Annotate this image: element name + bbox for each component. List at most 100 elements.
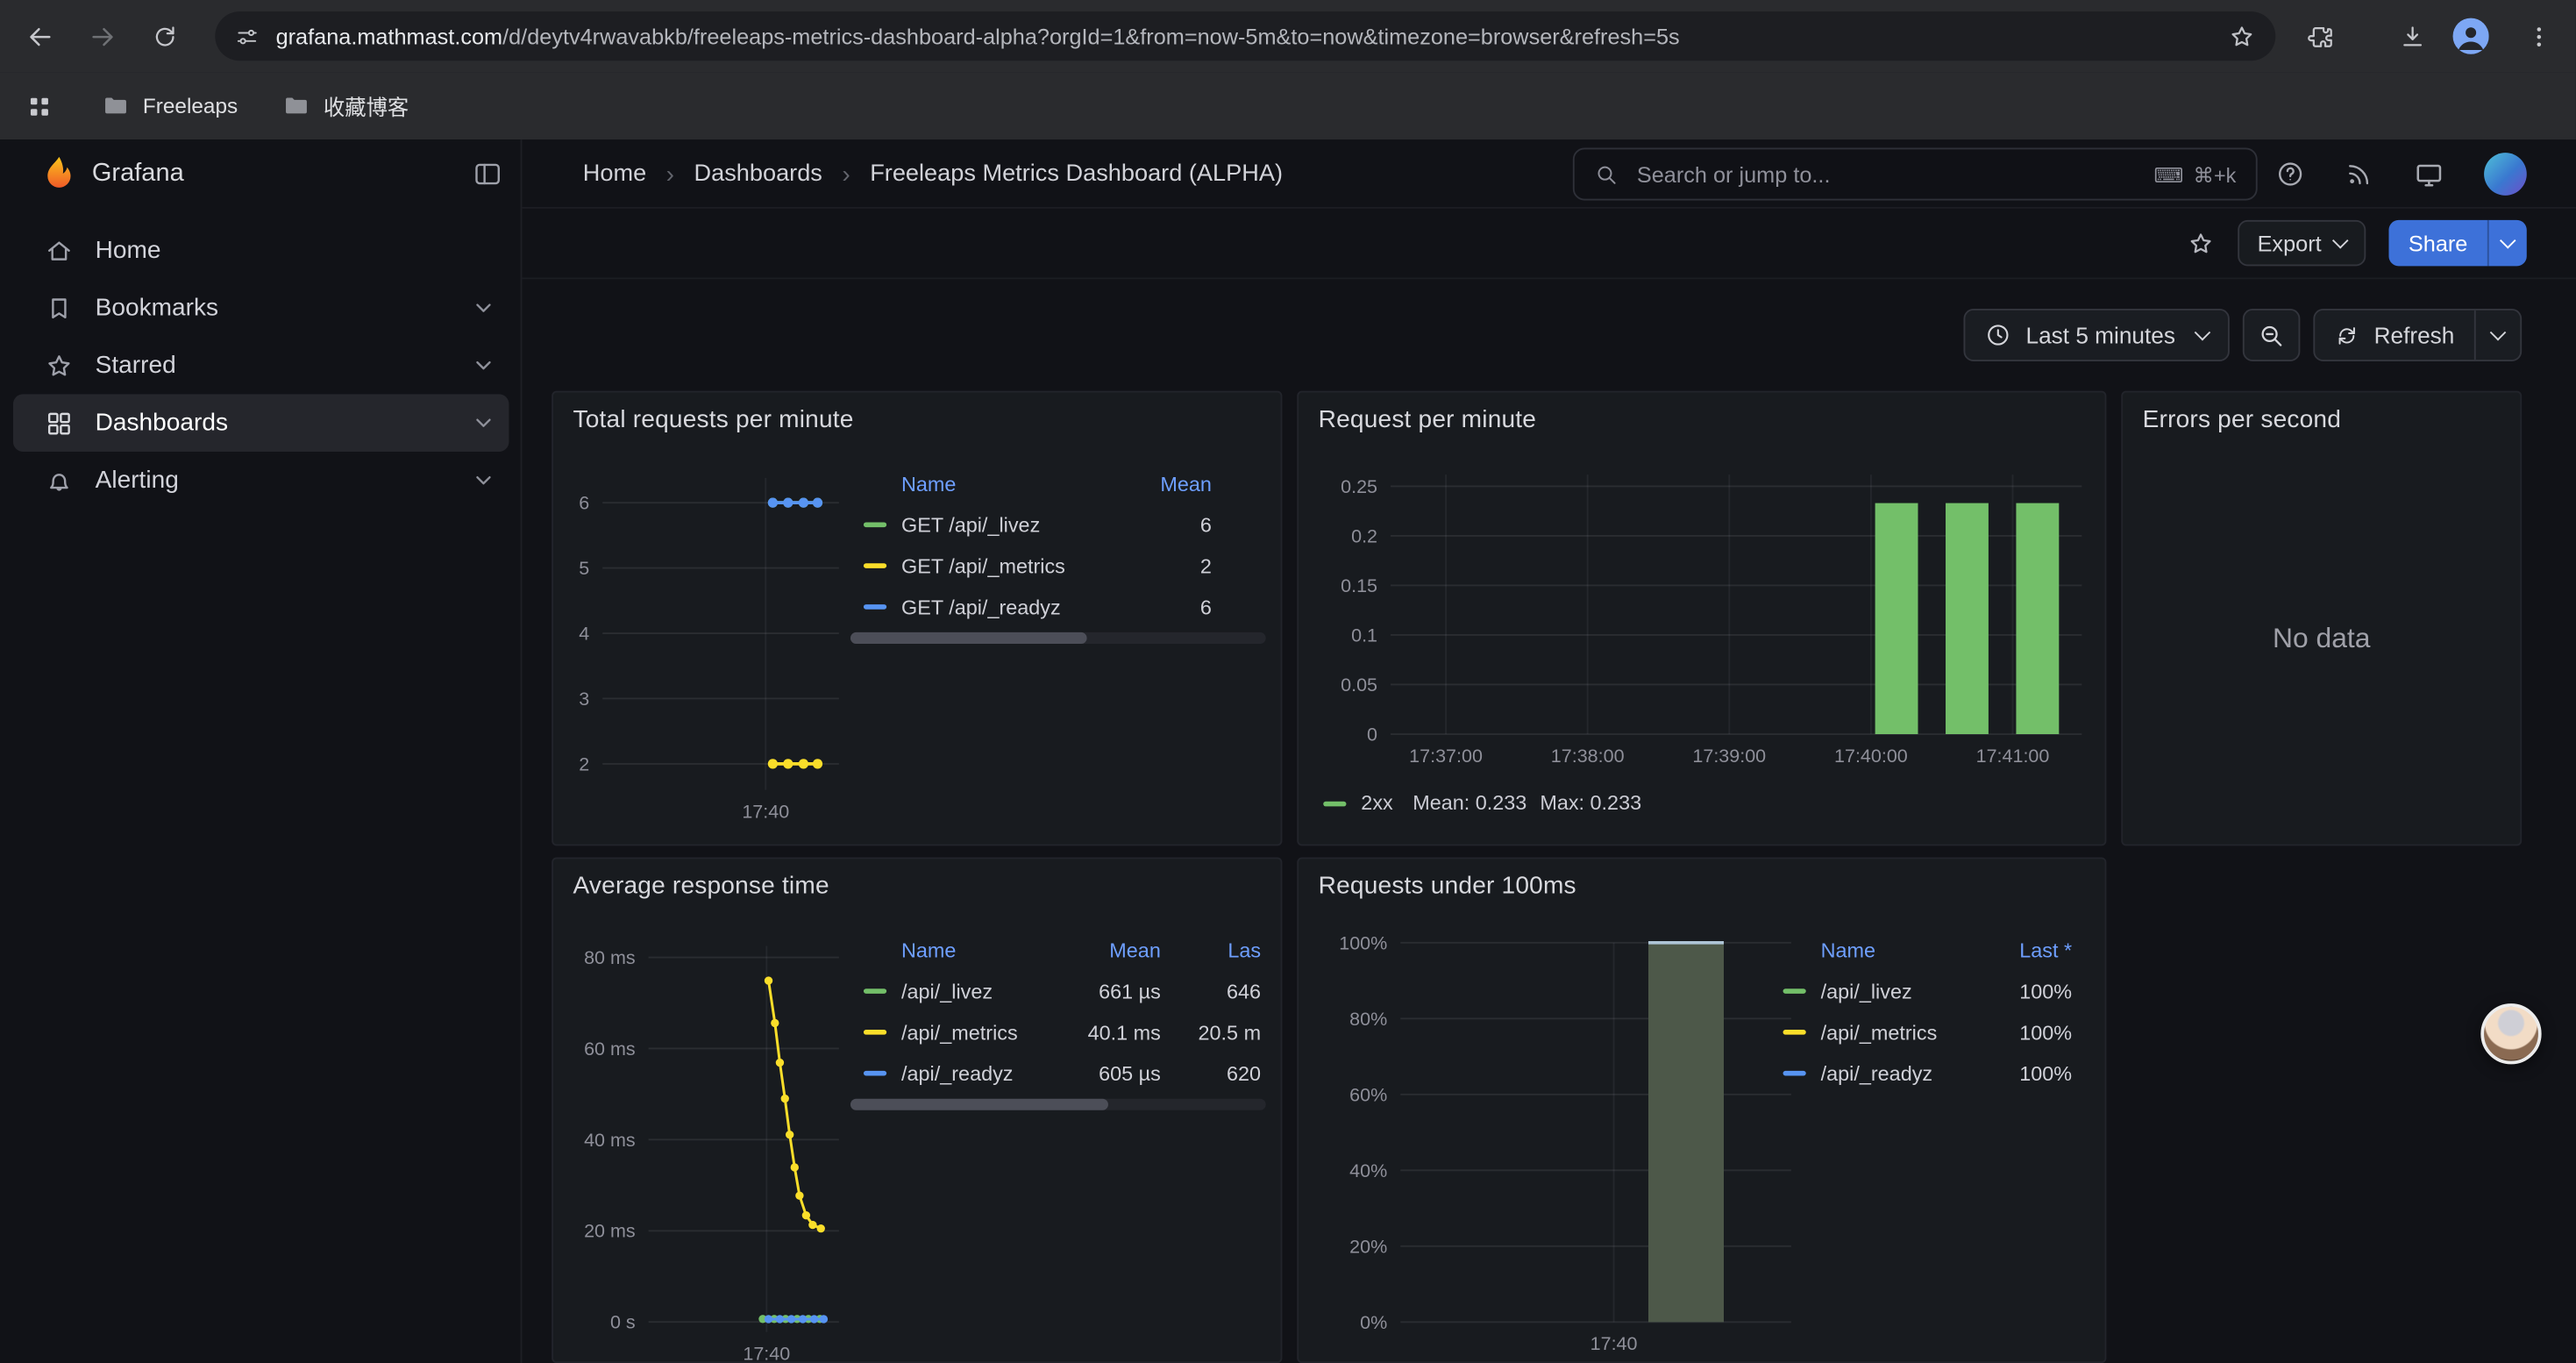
bookmark-folder-blogs[interactable]: 收藏博客 xyxy=(273,85,419,126)
profile-avatar-icon[interactable] xyxy=(2453,18,2489,54)
time-range-picker[interactable]: Last 5 minutes xyxy=(1963,309,2229,361)
chevron-down-icon[interactable] xyxy=(471,468,495,493)
legend-row[interactable]: GET /api/_readyz 6 xyxy=(864,586,1266,627)
legend-row[interactable]: /api/_livez 100% xyxy=(1783,971,2073,1012)
keyboard-icon: ⌨ xyxy=(2154,161,2184,186)
legend-row[interactable]: /api/_livez 661 µs 646 xyxy=(864,971,1266,1012)
bookmark-star-icon[interactable] xyxy=(2228,22,2256,50)
chevron-down-icon[interactable] xyxy=(471,353,495,378)
grafana-logo-icon[interactable] xyxy=(39,154,79,194)
svg-text:4: 4 xyxy=(579,624,589,645)
legend-header-mean[interactable]: Mean xyxy=(1065,939,1161,962)
panel-average-response-time: Average response time 80 ms60 ms40 ms20 … xyxy=(551,857,1282,1363)
legend-row[interactable]: GET /api/_livez 6 xyxy=(864,504,1266,546)
clock-icon xyxy=(1985,322,2011,348)
legend-header-name[interactable]: Name xyxy=(1821,939,1977,962)
svg-text:80%: 80% xyxy=(1349,1009,1387,1030)
browser-menu-icon[interactable] xyxy=(2520,18,2556,54)
user-avatar[interactable] xyxy=(2484,153,2527,196)
folder-icon xyxy=(102,92,130,120)
legend-scrollbar[interactable] xyxy=(850,632,1266,644)
legend-row[interactable]: /api/_metrics 40.1 ms 20.5 m xyxy=(864,1011,1266,1053)
sidebar-item-alerting[interactable]: Alerting xyxy=(13,452,509,510)
breadcrumb-dashboards[interactable]: Dashboards xyxy=(694,161,822,188)
legend-table: Name Last * /api/_livez 100% /api/_metri… xyxy=(1770,931,2082,1116)
svg-text:20 ms: 20 ms xyxy=(584,1221,636,1242)
favorite-star-icon[interactable] xyxy=(2187,229,2215,257)
legend-max: Max: 0.233 xyxy=(1540,792,1641,815)
brand-row: Grafana xyxy=(0,139,522,209)
series-swatch xyxy=(1783,988,1806,994)
forward-icon[interactable] xyxy=(83,18,119,54)
reload-icon[interactable] xyxy=(146,18,182,54)
svg-text:0.2: 0.2 xyxy=(1351,525,1377,546)
refresh-button-group: Refresh xyxy=(2313,309,2522,361)
bookmark-label: 收藏博客 xyxy=(324,90,409,122)
sidebar-item-starred[interactable]: Starred xyxy=(13,337,509,395)
zoom-out-button[interactable] xyxy=(2243,309,2301,361)
share-menu-caret[interactable] xyxy=(2487,220,2527,266)
collapse-sidebar-icon[interactable] xyxy=(473,160,502,189)
search-bar[interactable]: ⌨ ⌘+k xyxy=(1573,148,2258,201)
svg-text:0.15: 0.15 xyxy=(1341,575,1377,596)
svg-text:5: 5 xyxy=(579,558,589,579)
sidebar-item-bookmarks[interactable]: Bookmarks xyxy=(13,279,509,337)
series-swatch xyxy=(1783,1030,1806,1035)
legend-header-last[interactable]: Las xyxy=(1161,939,1261,962)
svg-text:17:39:00: 17:39:00 xyxy=(1692,746,1766,767)
legend-scrollbar[interactable] xyxy=(850,1099,1266,1110)
scrollbar-thumb[interactable] xyxy=(850,1099,1108,1110)
legend-row[interactable]: /api/_readyz 605 µs 620 xyxy=(864,1053,1266,1094)
legend-header-mean[interactable]: Mean xyxy=(1095,473,1212,496)
svg-text:0.25: 0.25 xyxy=(1341,476,1377,497)
chevron-down-icon[interactable] xyxy=(471,410,495,435)
breadcrumb-current: Freeleaps Metrics Dashboard (ALPHA) xyxy=(870,161,1283,188)
refresh-interval-caret[interactable] xyxy=(2474,310,2520,360)
chevron-down-icon[interactable] xyxy=(471,296,495,320)
svg-text:6: 6 xyxy=(579,493,589,514)
refresh-button[interactable]: Refresh xyxy=(2315,310,2474,360)
series-swatch xyxy=(864,522,886,527)
svg-text:0.1: 0.1 xyxy=(1351,624,1377,646)
legend-row[interactable]: /api/_metrics 100% xyxy=(1783,1011,2073,1053)
back-icon[interactable] xyxy=(21,18,57,54)
svg-text:0 s: 0 s xyxy=(610,1312,636,1333)
sidebar-item-dashboards[interactable]: Dashboards xyxy=(13,394,509,452)
legend-row[interactable]: /api/_readyz 100% xyxy=(1783,1053,2073,1094)
url-bar[interactable]: grafana.mathmast.com/d/deytv4rwavabkb/fr… xyxy=(215,11,2275,61)
url-text: grafana.mathmast.com/d/deytv4rwavabkb/fr… xyxy=(276,24,2209,48)
sidebar-item-home[interactable]: Home xyxy=(13,222,509,280)
breadcrumb-home[interactable]: Home xyxy=(583,161,646,188)
svg-text:0%: 0% xyxy=(1360,1312,1387,1333)
downloads-icon[interactable] xyxy=(2394,18,2430,54)
bookmark-label: Freeleaps xyxy=(143,94,238,118)
monitor-icon[interactable] xyxy=(2414,159,2445,190)
svg-text:60 ms: 60 ms xyxy=(584,1038,636,1060)
legend-header-name[interactable]: Name xyxy=(901,939,1065,962)
bookmarks-bar: Freeleaps 收藏博客 xyxy=(0,72,2576,139)
apps-grid-icon[interactable] xyxy=(17,85,62,126)
legend-series-name[interactable]: 2xx xyxy=(1361,792,1392,815)
dashboard-toolbar: Export Share xyxy=(522,209,2575,280)
panel-request-per-minute: Request per minute 0.250.20.150.10.05017… xyxy=(1297,391,2106,846)
share-button[interactable]: Share xyxy=(2388,220,2526,266)
rss-icon[interactable] xyxy=(2345,160,2374,189)
brand-name: Grafana xyxy=(92,139,184,209)
site-settings-icon[interactable] xyxy=(235,24,260,48)
svg-text:2: 2 xyxy=(579,753,589,774)
legend-row[interactable]: GET /api/_metrics 2 xyxy=(864,546,1266,587)
chevron-down-icon xyxy=(2332,232,2349,248)
refresh-icon xyxy=(2335,323,2359,347)
scrollbar-thumb[interactable] xyxy=(850,632,1087,644)
bookmark-folder-freeleaps[interactable]: Freeleaps xyxy=(92,85,248,126)
export-button[interactable]: Export xyxy=(2238,220,2366,266)
panel-title[interactable]: Errors per second xyxy=(2143,406,2341,434)
search-icon xyxy=(1594,161,1619,186)
legend-header-name[interactable]: Name xyxy=(901,473,1095,496)
legend-header-last[interactable]: Last * xyxy=(1976,939,2072,962)
help-icon[interactable] xyxy=(2275,160,2305,189)
svg-text:60%: 60% xyxy=(1349,1084,1387,1105)
search-input[interactable] xyxy=(1633,161,2139,189)
assistant-avatar[interactable] xyxy=(2480,1003,2541,1064)
extensions-icon[interactable] xyxy=(2302,18,2338,54)
